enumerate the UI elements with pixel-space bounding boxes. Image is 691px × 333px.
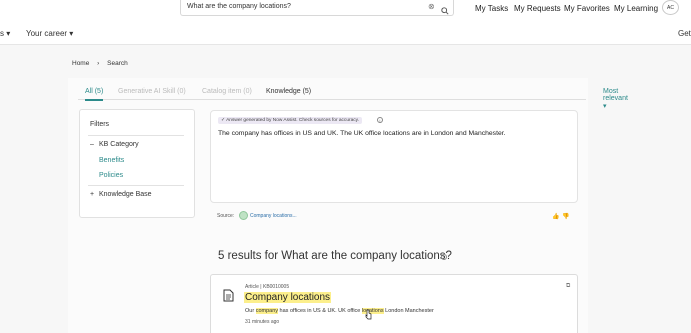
answer-text: The company has offices in US and UK. Th…	[218, 130, 506, 137]
result-title[interactable]: Company locations	[244, 292, 332, 303]
breadcrumb: Home › Search	[72, 60, 134, 67]
nav-menu-cut[interactable]: s ▾	[0, 29, 10, 38]
document-icon	[223, 289, 234, 307]
filter-kb-category[interactable]: KB Category	[99, 141, 139, 148]
collapse-icon[interactable]: –	[90, 141, 94, 148]
source-link[interactable]: Company locations...	[250, 213, 297, 219]
filter-policies[interactable]: Policies	[99, 172, 123, 179]
divider	[88, 185, 184, 186]
tab-catalog-item[interactable]: Catalog item (0)	[202, 88, 252, 95]
result-snippet: Our company has offices in US & UK. UK o…	[245, 308, 434, 314]
filter-benefits[interactable]: Benefits	[99, 157, 124, 164]
filters-title: Filters	[90, 121, 110, 128]
nav-get-help[interactable]: Get	[678, 29, 691, 38]
divider	[88, 135, 184, 136]
nav-my-learning[interactable]: My Learning	[614, 4, 658, 13]
tab-all[interactable]: All (5)	[85, 88, 104, 101]
avatar[interactable]: AC	[662, 0, 679, 15]
tab-knowledge[interactable]: Knowledge (5)	[266, 88, 311, 95]
external-link-icon[interactable]: ⧉	[566, 283, 570, 290]
result-time: 31 minutes ago	[245, 319, 280, 325]
source-avatar-icon	[239, 211, 248, 220]
info-icon[interactable]: i	[377, 117, 383, 123]
tab-generative-ai[interactable]: Generative AI Skill (0)	[118, 88, 186, 95]
chevron-down-icon: ▾	[603, 103, 607, 110]
global-search[interactable]: What are the company locations? ⊗	[180, 0, 454, 16]
info-icon[interactable]: i	[441, 254, 447, 260]
results-title: 5 results for What are the company locat…	[218, 250, 452, 262]
nav-my-favorites[interactable]: My Favorites	[564, 4, 610, 13]
chevron-right-icon: ›	[97, 60, 100, 67]
result-tabs: All (5) Generative AI Skill (0) Catalog …	[78, 84, 628, 110]
thumbs-down-icon[interactable]: 👎	[562, 213, 569, 220]
breadcrumb-search: Search	[107, 60, 128, 67]
source-label: Source:	[217, 213, 235, 219]
filters-panel: Filters – KB Category Benefits Policies …	[79, 109, 195, 218]
sort-dropdown[interactable]: Most relevant ▾	[603, 88, 628, 110]
result-card[interactable]: Article | KB0010005 Company locations Ou…	[210, 274, 578, 333]
thumbs-up-icon[interactable]: 👍	[552, 213, 559, 220]
nav-my-tasks[interactable]: My Tasks	[475, 4, 508, 13]
nav-your-career[interactable]: Your career ▾	[26, 29, 73, 38]
ai-badge: ✓ Answer generated by Now Assist. Check …	[218, 117, 363, 124]
search-input[interactable]: What are the company locations?	[187, 3, 291, 10]
breadcrumb-home[interactable]: Home	[72, 60, 89, 67]
ai-answer-card: ✓ Answer generated by Now Assist. Check …	[210, 110, 578, 203]
result-meta: Article | KB0010005	[245, 284, 290, 290]
top-bar: What are the company locations? ⊗ My Tas…	[0, 0, 691, 16]
mouse-cursor-icon	[365, 307, 372, 325]
filter-knowledge-base[interactable]: Knowledge Base	[99, 191, 152, 198]
expand-icon[interactable]: +	[90, 191, 94, 198]
nav-my-requests[interactable]: My Requests	[514, 4, 561, 13]
clear-icon[interactable]: ⊗	[428, 2, 435, 11]
secondary-nav: s ▾ Your career ▾ Get	[0, 16, 691, 45]
